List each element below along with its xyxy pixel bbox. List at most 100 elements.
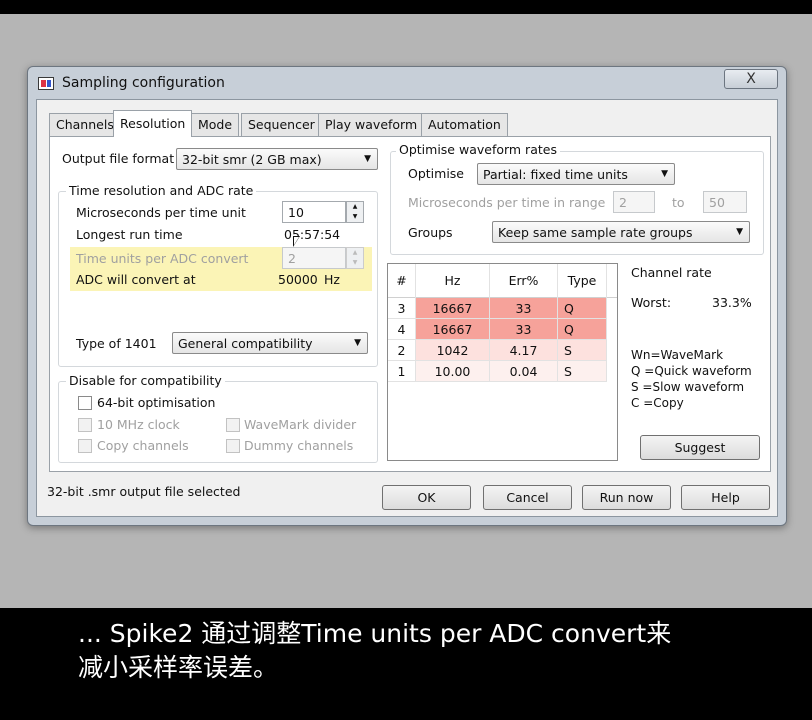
microseconds-input[interactable]: 10 [282,201,346,223]
optimise-label: Optimise [408,166,464,181]
units-per-adc-input[interactable]: 2 [282,247,346,269]
run-now-button[interactable]: Run now [582,485,671,510]
type-1401-label: Type of 1401 [76,336,157,351]
opt-copy-label: Copy channels [97,438,189,453]
opt-64bit-label: 64-bit optimisation [97,395,216,410]
adc-convert-unit: Hz [324,272,340,287]
microseconds-spinner[interactable]: ▲ ▼ [346,201,364,223]
mouse-cursor-icon [293,236,300,247]
chevron-down-icon: ▼ [661,169,668,179]
cell-num: 2 [388,340,416,361]
groups-select[interactable]: Keep same sample rate groups ▼ [492,221,750,243]
cell-err: 33 [490,298,558,319]
cell-err: 0.04 [490,361,558,382]
time-resolution-group-title: Time resolution and ADC rate [66,183,257,198]
type-1401-select[interactable]: General compatibility ▼ [172,332,368,354]
microseconds-label: Microseconds per time unit [76,205,246,220]
legend-s: S =Slow waveform [631,380,745,394]
suggest-button[interactable]: Suggest [640,435,760,460]
window-title: Sampling configuration [62,75,225,91]
cell-type: Q [558,319,607,340]
legend-wn: Wn=WaveMark [631,348,724,362]
subtitle-line-2: 减小采样率误差。 [78,653,279,682]
tab-channels[interactable]: Channels [49,113,121,136]
range-to-label: to [672,195,685,210]
opt-wavemark-label: WaveMark divider [244,417,357,432]
opt-wavemark-checkbox[interactable] [226,418,240,432]
table-row[interactable]: 3 16667 33 Q [388,298,617,319]
legend-c: C =Copy [631,396,684,410]
cell-type: Q [558,298,607,319]
units-per-adc-spinner[interactable]: ▲ ▼ [346,247,364,269]
opt-10mhz-checkbox[interactable] [78,418,92,432]
header-type: Type [558,264,607,298]
tab-mode[interactable]: Mode [191,113,240,136]
ok-button[interactable]: OK [382,485,471,510]
adc-convert-label: ADC will convert at [76,272,196,287]
cancel-button[interactable]: Cancel [483,485,572,510]
chevron-down-icon: ▼ [736,227,743,237]
cell-type: S [558,340,607,361]
spin-down-icon: ▼ [352,259,358,266]
subtitle-line-1: ... Spike2 通过调整Time units per ADC conver… [78,619,672,648]
channel-rate-title: Channel rate [631,265,712,280]
spin-up-icon: ▲ [352,249,358,256]
range-from-input[interactable]: 2 [613,191,655,213]
range-label: Microseconds per time in range [408,195,606,210]
tab-play-waveform[interactable]: Play waveform [318,113,425,136]
tab-sequencer[interactable]: Sequencer [241,113,322,136]
status-text: 32-bit .smr output file selected [47,484,241,499]
groups-value: Keep same sample rate groups [498,225,693,240]
cell-type: S [558,361,607,382]
header-hz: Hz [416,264,490,298]
cell-num: 1 [388,361,416,382]
spin-down-icon: ▼ [352,213,358,220]
cell-num: 4 [388,319,416,340]
table-row[interactable]: 4 16667 33 Q [388,319,617,340]
longest-run-label: Longest run time [76,227,183,242]
opt-dummy-label: Dummy channels [244,438,354,453]
cell-hz: 1042 [416,340,490,361]
rates-table: # Hz Err% Type 3 16667 33 Q 4 16667 33 Q 2 1042 4.… [387,263,618,461]
table-row[interactable]: 1 10.00 0.04 S [388,361,617,382]
optimise-value: Partial: fixed time units [483,167,628,182]
opt-10mhz-label: 10 MHz clock [97,417,180,432]
top-black-bar [0,0,812,14]
range-to-input[interactable]: 50 [703,191,747,213]
subtitle-bar: ... Spike2 通过调整Time units per ADC conver… [0,608,812,720]
opt-copy-checkbox[interactable] [78,439,92,453]
output-format-label: Output file format [62,151,175,166]
header-num: # [388,264,416,298]
cell-hz: 10.00 [416,361,490,382]
app-icon [38,77,54,90]
rates-table-header: # Hz Err% Type [388,264,617,298]
close-button[interactable]: X [724,69,778,89]
help-button[interactable]: Help [681,485,770,510]
adc-convert-value: 50000 [278,272,318,287]
tab-resolution[interactable]: Resolution [113,110,193,137]
cell-err: 4.17 [490,340,558,361]
cell-hz: 16667 [416,298,490,319]
title-bar: Sampling configuration X [28,67,786,99]
optimise-select[interactable]: Partial: fixed time units ▼ [477,163,675,185]
units-per-adc-label: Time units per ADC convert [76,251,249,266]
tab-automation[interactable]: Automation [421,113,508,136]
groups-label: Groups [408,225,453,240]
legend-q: Q =Quick waveform [631,364,752,378]
output-format-select[interactable]: 32-bit smr (2 GB max) ▼ [176,148,378,170]
table-row[interactable]: 2 1042 4.17 S [388,340,617,361]
worst-value: 33.3% [712,295,752,310]
header-err: Err% [490,264,558,298]
opt-dummy-checkbox[interactable] [226,439,240,453]
spin-up-icon: ▲ [352,203,358,210]
optimise-group-title: Optimise waveform rates [396,142,560,157]
chevron-down-icon: ▼ [364,154,371,164]
chevron-down-icon: ▼ [354,338,361,348]
output-format-value: 32-bit smr (2 GB max) [182,152,322,167]
cell-hz: 16667 [416,319,490,340]
type-1401-value: General compatibility [178,336,313,351]
cell-num: 3 [388,298,416,319]
opt-64bit-checkbox[interactable] [78,396,92,410]
compat-group-title: Disable for compatibility [66,373,225,388]
worst-label: Worst: [631,295,672,310]
